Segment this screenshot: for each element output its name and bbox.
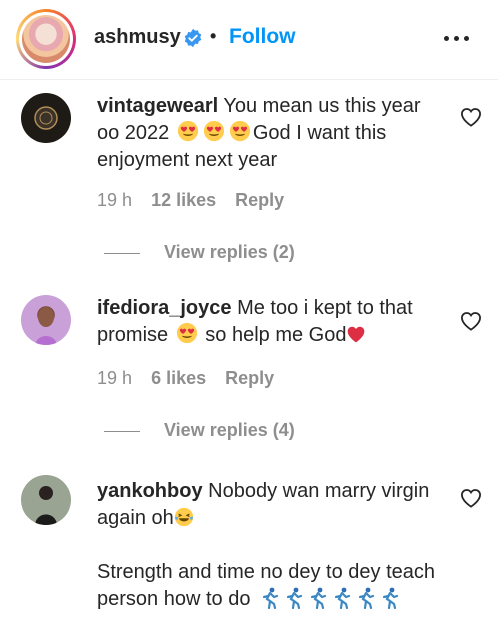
running-person-emoji (380, 587, 400, 609)
like-heart-icon[interactable] (460, 311, 482, 331)
red-heart-emoji (348, 326, 365, 343)
heart-eyes-emoji (203, 120, 225, 142)
comment-text: yankohboy Nobody wan marry virgin again … (97, 478, 442, 532)
like-heart-icon[interactable] (460, 107, 482, 127)
running-person-emoji (284, 587, 304, 609)
comment-text: Strength and time no dey to dey teach pe… (97, 559, 442, 613)
comment-text: vintagewearl You mean us this year oo 20… (97, 93, 442, 174)
view-replies-label: View replies (4) (164, 420, 295, 440)
comment-time: 19 h (97, 368, 133, 388)
heart-eyes-emoji (229, 120, 251, 142)
running-person-emoji (356, 587, 376, 609)
commenter-avatar[interactable] (21, 93, 71, 143)
running-person-emoji (308, 587, 328, 609)
follow-button[interactable]: Follow (229, 25, 296, 49)
laughing-emoji (174, 507, 194, 527)
more-options-icon[interactable] (444, 36, 470, 44)
divider-line (104, 252, 140, 254)
comment-likes[interactable]: 6 likes (151, 368, 206, 388)
reply-button[interactable]: Reply (225, 368, 274, 388)
post-username[interactable]: ashmusy (94, 26, 181, 49)
comment-time: 19 h (97, 190, 133, 210)
comment-username[interactable]: ifediora_joyce (97, 297, 232, 319)
divider-line (104, 430, 140, 432)
comment-username[interactable]: vintagewearl (97, 95, 218, 117)
comment-likes[interactable]: 12 likes (151, 190, 216, 210)
reply-button[interactable]: Reply (235, 190, 284, 210)
comment-text: ifediora_joyce Me too i kept to that pro… (97, 295, 442, 349)
running-person-emoji (260, 587, 280, 609)
heart-eyes-emoji (176, 322, 198, 344)
comment-body: so help me God (205, 324, 347, 346)
running-person-emoji (332, 587, 352, 609)
comment-meta: 19 h 6 likes Reply (97, 368, 288, 389)
comment-meta: 19 h 12 likes Reply (97, 190, 298, 211)
verified-badge-icon (184, 28, 202, 48)
commenter-avatar[interactable] (21, 295, 71, 345)
view-replies-label: View replies (2) (164, 242, 295, 262)
view-replies-button[interactable]: View replies (2) (104, 242, 295, 263)
comment-username[interactable]: yankohboy (97, 480, 203, 502)
like-heart-icon[interactable] (460, 488, 482, 508)
separator-dot: • (210, 26, 217, 46)
commenter-avatar[interactable] (21, 475, 71, 525)
post-header: ashmusy • Follow (0, 0, 498, 80)
view-replies-button[interactable]: View replies (4) (104, 420, 295, 441)
profile-avatar[interactable] (16, 9, 76, 69)
heart-eyes-emoji (177, 120, 199, 142)
